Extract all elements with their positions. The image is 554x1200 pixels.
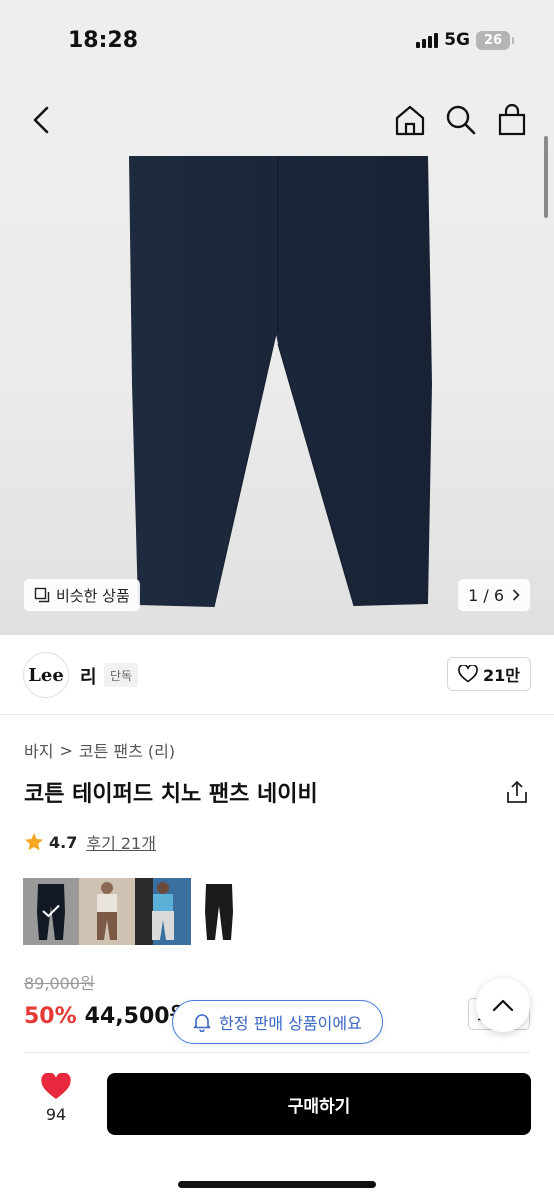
swatch-black-image [205, 884, 233, 940]
signal-icon [416, 32, 439, 48]
chevron-up-icon [492, 999, 514, 1012]
brand-row: Lee 리 단독 21만 [0, 635, 554, 715]
swatch-brown[interactable] [79, 878, 135, 945]
battery-icon: 26 [476, 30, 514, 50]
heart-outline-icon [458, 665, 478, 683]
similar-products-button[interactable]: 비슷한 상품 [24, 579, 140, 611]
home-button[interactable] [392, 102, 428, 138]
breadcrumb-category[interactable]: 바지 [24, 738, 53, 762]
brand-like-count: 21만 [483, 666, 520, 685]
rating-value: 4.7 [49, 832, 78, 852]
copy-icon [34, 587, 50, 603]
similar-products-label: 비슷한 상품 [56, 586, 130, 605]
home-indicator [178, 1181, 376, 1188]
swatch-brown-image [79, 878, 135, 945]
battery-level: 26 [483, 32, 503, 48]
scroll-to-top-button[interactable] [476, 978, 530, 1032]
breadcrumb-subcategory[interactable]: 코튼 팬츠 (리) [79, 738, 175, 762]
bell-icon [193, 1014, 211, 1032]
shopping-bag-icon [498, 103, 526, 136]
product-image-gallery[interactable]: 비슷한 상품 1 / 6 [0, 84, 554, 635]
product-title: 코튼 테이퍼드 치노 팬츠 네이비 [24, 782, 318, 807]
image-counter-button[interactable]: 1 / 6 [458, 579, 530, 611]
exclusive-badge: 단독 [104, 663, 139, 687]
breadcrumb: 바지 > 코튼 팬츠 (리) [24, 738, 175, 762]
original-price: 89,000원 [24, 974, 95, 993]
discount-rate: 50% [24, 1004, 77, 1029]
bottom-action-bar: 94 구매하기 [0, 1053, 554, 1200]
swatch-light-gray-image [135, 878, 191, 945]
swatch-navy[interactable] [23, 878, 79, 945]
share-icon [507, 780, 527, 803]
chevron-right-icon [512, 589, 520, 601]
brand-logo[interactable]: Lee [23, 652, 69, 698]
wishlist-button[interactable]: 94 [38, 1073, 74, 1124]
scrollbar[interactable] [544, 136, 548, 218]
reviews-link[interactable]: 후기 21개 [86, 830, 156, 854]
share-button[interactable] [504, 779, 530, 805]
star-icon [25, 833, 43, 851]
price-row: 50% 44,500원 [24, 998, 190, 1030]
rating-row: 4.7 후기 21개 [24, 830, 156, 854]
status-time: 18:28 [68, 28, 139, 53]
back-button[interactable] [26, 104, 56, 136]
search-button[interactable] [443, 102, 479, 138]
image-counter: 1 / 6 [468, 585, 504, 605]
swatch-light-gray[interactable] [135, 878, 191, 945]
breadcrumb-separator: > [59, 740, 73, 760]
search-icon [446, 105, 476, 135]
checkmark-icon [42, 904, 60, 918]
limited-sale-toast: 한정 판매 상품이에요 [172, 1000, 383, 1044]
buy-button[interactable]: 구매하기 [107, 1073, 531, 1135]
product-image [129, 156, 432, 608]
color-swatches [23, 878, 247, 945]
brand-logo-text: Lee [28, 664, 64, 686]
toast-message: 한정 판매 상품이에요 [219, 1014, 362, 1033]
status-indicators: 5G 26 [416, 30, 514, 50]
brand-name[interactable]: 리 [80, 663, 97, 689]
swatch-black[interactable] [191, 878, 247, 945]
cart-button[interactable] [494, 102, 530, 138]
heart-filled-icon [41, 1073, 71, 1099]
status-bar: 18:28 5G 26 [0, 0, 554, 84]
wishlist-count: 94 [45, 1105, 67, 1124]
home-icon [395, 105, 425, 136]
brand-like-button[interactable]: 21만 [447, 657, 531, 691]
network-label: 5G [444, 30, 470, 50]
chevron-left-icon [33, 106, 49, 134]
